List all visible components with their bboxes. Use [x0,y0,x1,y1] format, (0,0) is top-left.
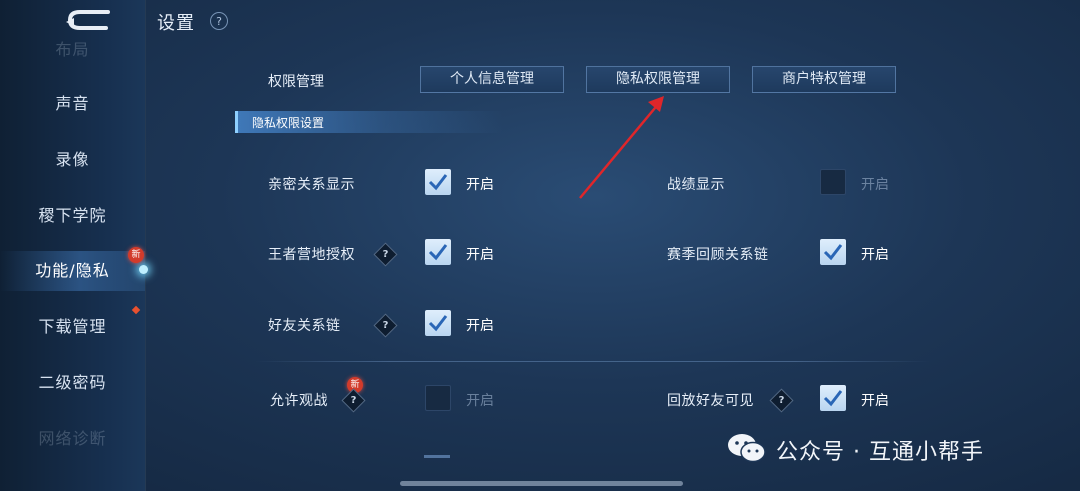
checkbox-friend-chain[interactable] [425,310,451,336]
sidebar-item-recording[interactable]: 录像 [0,140,145,180]
checkmark-icon [823,390,843,407]
new-badge: 新 [128,247,144,263]
checkmark-icon [428,315,448,332]
divider [255,361,930,362]
help-icon[interactable]: ? [373,242,398,267]
wechat-icon [728,434,766,463]
help-icon[interactable]: ? [210,12,228,30]
checkmark-icon [428,244,448,261]
setting-label-replay-friends-visible: 回放好友可见 [667,393,754,409]
checkmark-icon [823,244,843,261]
setting-label-season-review: 赛季回顾关系链 [667,247,769,263]
checkmark-icon [428,174,448,191]
help-icon[interactable]: ? [769,388,794,413]
checkbox-allow-spectate[interactable] [425,385,451,411]
setting-label-match-record: 战绩显示 [667,177,725,193]
tab-personal-info[interactable]: 个人信息管理 [420,66,564,93]
state-label: 开启 [861,393,889,409]
sidebar-item-downloads[interactable]: 下载管理 [0,307,145,347]
state-label: 开启 [861,177,889,193]
sidebar-item-secondary-password[interactable]: 二级密码 [0,363,145,403]
sidebar-item-layout[interactable]: 布局 [0,30,145,70]
scroll-indicator [424,455,450,458]
setting-label-allow-spectate: 允许观战 [270,393,328,409]
active-indicator [139,265,148,274]
watermark: 公众号 · 互通小帮手 [726,430,983,466]
checkbox-camp-authorization[interactable] [425,239,451,265]
sidebar-item-network-diagnosis[interactable]: 网络诊断 [0,419,145,459]
help-icon[interactable]: ? [341,388,366,413]
sidebar: 布局 声音 录像 稷下学院 功能/隐私 新 下载管理 二级密码 网络诊断 [0,0,148,491]
setting-label-intimate-relationship: 亲密关系显示 [268,177,355,193]
checkbox-replay-friends-visible[interactable] [820,385,846,411]
state-label: 开启 [466,177,494,193]
tab-privacy-permissions[interactable]: 隐私权限管理 [586,66,730,93]
permission-management-label: 权限管理 [268,74,324,90]
red-arrow-annotation [579,96,664,199]
state-label: 开启 [466,393,494,409]
page-title: 设置 [157,13,195,34]
sidebar-item-sound[interactable]: 声音 [0,84,145,124]
home-indicator[interactable] [400,481,683,486]
section-title: 隐私权限设置 [252,116,325,130]
sidebar-item-academy[interactable]: 稷下学院 [0,196,145,236]
tab-merchant-privileges[interactable]: 商户特权管理 [752,66,896,93]
watermark-text: 公众号 · 互通小帮手 [776,440,984,465]
help-icon[interactable]: ? [373,313,398,338]
state-label: 开启 [466,247,494,263]
section-header: 隐私权限设置 [235,111,503,133]
sidebar-item-function-privacy[interactable]: 功能/隐私 [0,251,148,291]
checkbox-match-record[interactable] [820,169,846,195]
state-label: 开启 [466,318,494,334]
checkbox-season-review[interactable] [820,239,846,265]
state-label: 开启 [861,247,889,263]
setting-label-friend-chain: 好友关系链 [268,318,341,334]
setting-label-camp-authorization: 王者营地授权 [268,247,355,263]
checkbox-intimate-relationship[interactable] [425,169,451,195]
